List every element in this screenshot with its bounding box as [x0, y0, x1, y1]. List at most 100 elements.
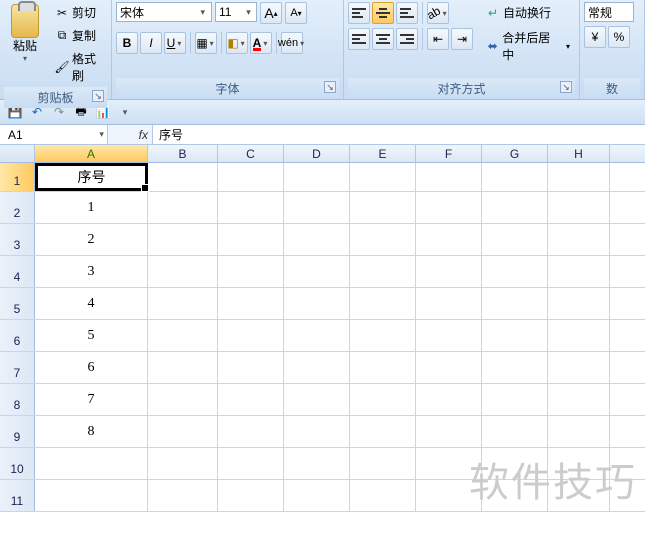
phonetic-button[interactable]: wén▾ [281, 32, 303, 54]
chevron-down-icon[interactable]: ▾ [244, 7, 253, 18]
row-header-4[interactable]: 4 [0, 256, 35, 287]
orientation-button[interactable]: ab▾ [427, 2, 449, 24]
column-header-B[interactable]: B [148, 145, 218, 162]
cell-D2[interactable] [284, 192, 350, 223]
cell-D10[interactable] [284, 448, 350, 479]
cell-A8[interactable]: 7 [35, 384, 148, 415]
cell-D8[interactable] [284, 384, 350, 415]
percent-button[interactable]: % [608, 26, 630, 48]
cell-H6[interactable] [548, 320, 610, 351]
cell-B7[interactable] [148, 352, 218, 383]
decrease-indent-button[interactable]: ⇤ [427, 28, 449, 50]
italic-button[interactable]: I [140, 32, 162, 54]
cell-H1[interactable] [548, 163, 610, 191]
cell-F9[interactable] [416, 416, 482, 447]
name-box-input[interactable] [0, 128, 96, 142]
cell-E7[interactable] [350, 352, 416, 383]
cell-D9[interactable] [284, 416, 350, 447]
cell-G4[interactable] [482, 256, 548, 287]
fx-button[interactable]: fx [108, 125, 153, 144]
cell-D7[interactable] [284, 352, 350, 383]
column-header-G[interactable]: G [482, 145, 548, 162]
row-header-5[interactable]: 5 [0, 288, 35, 319]
cell-H11[interactable] [548, 480, 610, 511]
cell-G5[interactable] [482, 288, 548, 319]
select-all-corner[interactable] [0, 145, 35, 162]
cell-H9[interactable] [548, 416, 610, 447]
cell-A5[interactable]: 4 [35, 288, 148, 319]
font-name-input[interactable] [120, 5, 197, 19]
chevron-down-icon[interactable]: ▾ [96, 129, 107, 140]
cell-E8[interactable] [350, 384, 416, 415]
underline-button[interactable]: U▾ [164, 32, 186, 54]
cell-B10[interactable] [148, 448, 218, 479]
cell-B11[interactable] [148, 480, 218, 511]
cell-H4[interactable] [548, 256, 610, 287]
cell-B3[interactable] [148, 224, 218, 255]
cell-E11[interactable] [350, 480, 416, 511]
cell-A2[interactable]: 1 [35, 192, 148, 223]
cell-H5[interactable] [548, 288, 610, 319]
cell-H2[interactable] [548, 192, 610, 223]
cell-C2[interactable] [218, 192, 284, 223]
cell-C11[interactable] [218, 480, 284, 511]
cell-E9[interactable] [350, 416, 416, 447]
row-header-2[interactable]: 2 [0, 192, 35, 223]
cell-H10[interactable] [548, 448, 610, 479]
number-format-combo[interactable] [584, 2, 634, 22]
cell-F8[interactable] [416, 384, 482, 415]
cell-B2[interactable] [148, 192, 218, 223]
row-header-7[interactable]: 7 [0, 352, 35, 383]
fill-color-button[interactable]: ◧▾ [226, 32, 248, 54]
row-header-10[interactable]: 10 [0, 448, 35, 479]
cell-D6[interactable] [284, 320, 350, 351]
merge-center-button[interactable]: ⬌合并后居中▾ [481, 27, 575, 65]
cell-G11[interactable] [482, 480, 548, 511]
cell-B6[interactable] [148, 320, 218, 351]
name-box[interactable]: ▾ [0, 125, 108, 144]
cell-D5[interactable] [284, 288, 350, 319]
cell-B5[interactable] [148, 288, 218, 319]
font-name-combo[interactable]: ▾ [116, 2, 212, 22]
cell-E1[interactable] [350, 163, 416, 191]
align-left-button[interactable] [348, 28, 370, 50]
row-header-6[interactable]: 6 [0, 320, 35, 351]
cell-G2[interactable] [482, 192, 548, 223]
increase-indent-button[interactable]: ⇥ [451, 28, 473, 50]
cell-A6[interactable]: 5 [35, 320, 148, 351]
column-header-A[interactable]: A [35, 145, 148, 162]
increase-font-button[interactable]: A▴ [260, 2, 282, 24]
row-header-9[interactable]: 9 [0, 416, 35, 447]
wrap-text-button[interactable]: ↵自动换行 [481, 2, 575, 23]
cell-C9[interactable] [218, 416, 284, 447]
cell-G10[interactable] [482, 448, 548, 479]
cell-C10[interactable] [218, 448, 284, 479]
cell-C5[interactable] [218, 288, 284, 319]
cell-C8[interactable] [218, 384, 284, 415]
align-right-button[interactable] [396, 28, 418, 50]
bold-button[interactable]: B [116, 32, 138, 54]
cell-D1[interactable] [284, 163, 350, 191]
align-bottom-button[interactable] [396, 2, 418, 24]
cell-H3[interactable] [548, 224, 610, 255]
cell-G1[interactable] [482, 163, 548, 191]
formula-input[interactable]: 序号 [153, 125, 645, 144]
cell-B8[interactable] [148, 384, 218, 415]
font-dialog-launcher-icon[interactable]: ↘ [324, 81, 336, 93]
qat-customize[interactable]: ▾ [116, 103, 134, 121]
paste-button[interactable]: 粘贴 ▾ [4, 2, 46, 86]
cell-E10[interactable] [350, 448, 416, 479]
cell-G9[interactable] [482, 416, 548, 447]
cell-E5[interactable] [350, 288, 416, 319]
cell-A10[interactable] [35, 448, 148, 479]
cell-A1[interactable]: 序号 [35, 163, 148, 191]
cell-E6[interactable] [350, 320, 416, 351]
cell-G3[interactable] [482, 224, 548, 255]
row-header-3[interactable]: 3 [0, 224, 35, 255]
decrease-font-button[interactable]: A▾ [285, 2, 307, 24]
cell-F4[interactable] [416, 256, 482, 287]
cell-F10[interactable] [416, 448, 482, 479]
cell-C7[interactable] [218, 352, 284, 383]
cell-B9[interactable] [148, 416, 218, 447]
cell-E3[interactable] [350, 224, 416, 255]
